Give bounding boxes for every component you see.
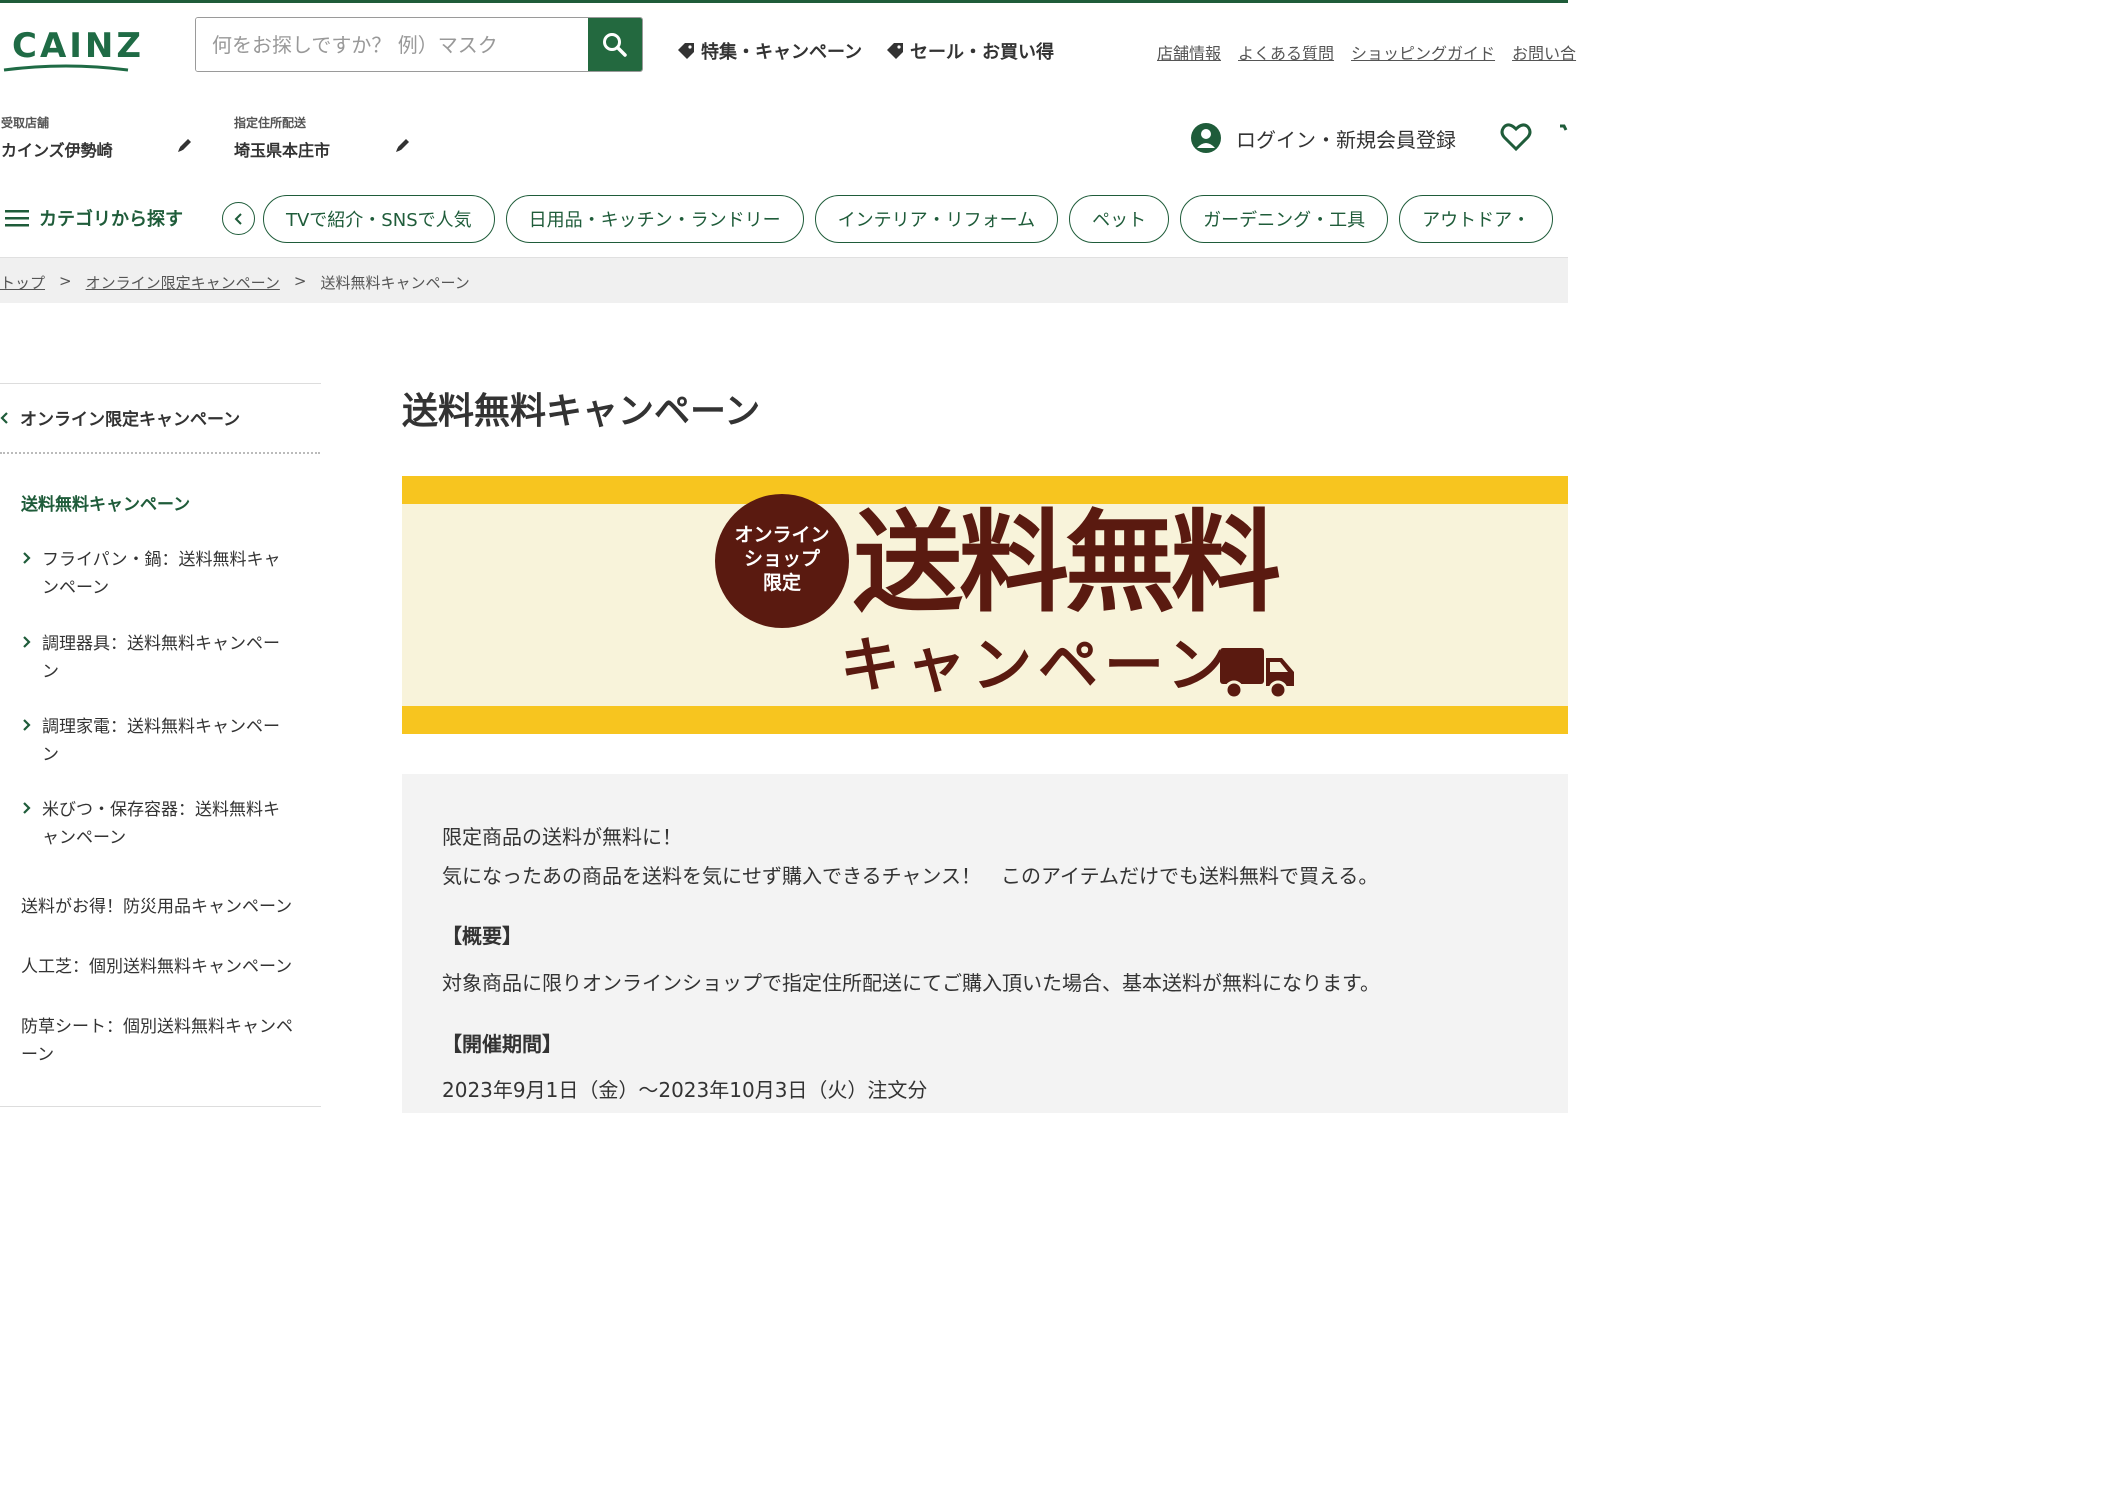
delivery-address-label: 指定住所配送	[234, 116, 307, 130]
sidebar-item[interactable]: 防草シート：個別送料無料キャンペ ーン	[21, 1013, 321, 1069]
seal-line: ショップ	[743, 548, 820, 570]
sidebar-item-label: 送料がお得！防災用品キャンペーン	[21, 897, 293, 917]
chevron-right-icon	[23, 552, 31, 564]
sidebar-item-current[interactable]: 送料無料キャンペーン	[21, 490, 190, 515]
search-box	[195, 17, 643, 72]
sidebar-back-link[interactable]: オンライン限定キャンペーン	[0, 405, 240, 430]
heart-icon[interactable]	[1500, 122, 1532, 152]
sidebar-subitem[interactable]: 調理家電：送料無料キャンペー ン	[21, 713, 311, 769]
top-accent-line	[0, 0, 1568, 3]
seal-line: オンライン	[734, 524, 830, 546]
delivery-address: 指定住所配送 埼玉県本庄市	[234, 114, 330, 161]
sidebar-subitem-line2: ン	[42, 662, 59, 682]
sidebar-subitem[interactable]: 調理器具：送料無料キャンペー ン	[21, 630, 311, 686]
category-pill-daily-goods[interactable]: 日用品・キッチン・ランドリー	[505, 195, 804, 243]
overview-text: 対象商品に限りオンラインショップで指定住所配送にてご購入頂いた場合、基本送料が無…	[442, 971, 1380, 995]
pickup-store-value: カインズ伊勢崎	[1, 141, 113, 160]
sidebar-subitem-line2: ン	[42, 745, 59, 765]
link-store-info[interactable]: 店舗情報	[1157, 40, 1221, 64]
category-pill-outdoor[interactable]: アウトドア・	[1399, 195, 1554, 243]
sidebar-subitem-line1: フライパン・鍋：送料無料キャ	[42, 550, 281, 570]
overview-heading: 【概要】	[442, 924, 522, 948]
sidebar-subitem-line1: 調理器具：送料無料キャンペー	[42, 634, 280, 654]
promo-label: 特集・キャンペーン	[701, 42, 863, 63]
sidebar-subitem[interactable]: フライパン・鍋：送料無料キャ ンペーン	[21, 546, 311, 602]
promo-link-sale[interactable]: セール・お買い得	[886, 38, 1054, 64]
promo-label: セール・お買い得	[910, 42, 1054, 63]
category-menu-label: カテゴリから探す	[39, 209, 183, 230]
seal-line: 限定	[762, 572, 801, 594]
tag-icon	[678, 43, 694, 59]
breadcrumb-separator: >	[59, 272, 72, 290]
promo-link-campaigns[interactable]: 特集・キャンペーン	[677, 38, 862, 64]
chevron-right-icon	[23, 636, 31, 648]
tag-icon	[887, 43, 903, 59]
breadcrumb: トップ > オンライン限定キャンペーン > 送料無料キャンペーン	[0, 257, 1568, 303]
sidebar-subitem-line2: ャンペーン	[42, 828, 127, 848]
link-contact[interactable]: お問い合	[1512, 40, 1576, 64]
header-links: 店舗情報 よくある質問 ショッピングガイド お問い合	[1157, 40, 1576, 64]
user-icon	[1191, 123, 1221, 153]
sidebar-divider	[0, 383, 321, 384]
login-label: ログイン・新規会員登録	[1236, 127, 1456, 152]
truck-icon	[1220, 648, 1294, 700]
category-pill-tv-sns[interactable]: TVで紹介・SNSで人気	[263, 195, 495, 243]
menu-icon	[5, 210, 29, 227]
category-pill-gardening[interactable]: ガーデニング・工具	[1180, 195, 1389, 243]
sidebar-dotted-divider	[0, 452, 320, 454]
intro-text: 限定商品の送料が無料に！	[442, 825, 682, 849]
sidebar-item[interactable]: 人工芝：個別送料無料キャンペーン	[21, 953, 321, 981]
chevron-left-icon	[0, 411, 8, 424]
chevron-left-icon	[234, 212, 242, 225]
sidebar-back-label: オンライン限定キャンペーン	[20, 410, 241, 430]
sidebar-item-label-line2: ーン	[21, 1045, 55, 1065]
sidebar-item-label: 防草シート：個別送料無料キャンペ	[21, 1017, 293, 1037]
login-link[interactable]: ログイン・新規会員登録	[1190, 122, 1456, 154]
link-faq[interactable]: よくある質問	[1238, 40, 1334, 64]
category-pill-pet[interactable]: ペット	[1069, 195, 1170, 243]
breadcrumb-separator: >	[293, 272, 307, 290]
page-title: 送料無料キャンペーン	[402, 391, 761, 432]
chevron-right-icon	[23, 719, 31, 731]
cainz-logo[interactable]: CAINZ	[2, 22, 141, 74]
intro-text: 気になったあの商品を送料を気にせず購入できるチャンス！ このアイテムだけでも送料…	[442, 864, 1379, 888]
pencil-icon[interactable]	[394, 136, 412, 154]
search-icon	[603, 32, 627, 57]
link-shopping-guide[interactable]: ショッピングガイド	[1351, 40, 1495, 64]
sidebar-subitem-line1: 米びつ・保存容器：送料無料キ	[42, 800, 280, 820]
category-menu-button[interactable]: カテゴリから探す	[5, 205, 183, 231]
banner-subline: キャンペーン	[840, 631, 1233, 701]
pickup-store-label: 受取店舗	[1, 116, 50, 130]
pickup-store: 受取店舗 カインズ伊勢崎	[1, 114, 113, 161]
breadcrumb-home[interactable]: トップ	[0, 272, 45, 293]
banner-headline: 送料無料	[853, 499, 1281, 627]
period-text: 2023年9月1日（金）～2023年10月3日（火）注文分	[442, 1078, 928, 1102]
search-button[interactable]	[588, 18, 642, 71]
search-input[interactable]	[196, 18, 588, 71]
category-pills: TVで紹介・SNSで人気 日用品・キッチン・ランドリー インテリア・リフォーム …	[263, 195, 1554, 243]
breadcrumb-parent[interactable]: オンライン限定キャンペーン	[86, 272, 280, 293]
sidebar-item-label: 人工芝：個別送料無料キャンペーン	[21, 957, 293, 977]
pencil-icon[interactable]	[176, 136, 194, 154]
period-heading: 【開催期間】	[442, 1032, 562, 1056]
delivery-address-value: 埼玉県本庄市	[234, 141, 331, 160]
breadcrumb-current: 送料無料キャンペーン	[320, 274, 470, 292]
sidebar-subitem-line2: ンペーン	[42, 578, 110, 598]
logo-swoosh-icon	[3, 64, 129, 72]
sidebar-subitem-line1: 調理家電：送料無料キャンペー	[42, 717, 280, 737]
cart-icon[interactable]	[1558, 122, 1572, 152]
sidebar-divider	[0, 1106, 321, 1107]
sidebar-subitem[interactable]: 米びつ・保存容器：送料無料キ ャンペーン	[21, 796, 311, 852]
category-prev-button[interactable]	[222, 202, 255, 235]
sidebar-item[interactable]: 送料がお得！防災用品キャンペーン	[21, 893, 321, 921]
online-only-seal: オンライン ショップ 限定	[715, 494, 849, 628]
chevron-right-icon	[23, 802, 31, 814]
category-pill-interior[interactable]: インテリア・リフォーム	[814, 195, 1059, 243]
